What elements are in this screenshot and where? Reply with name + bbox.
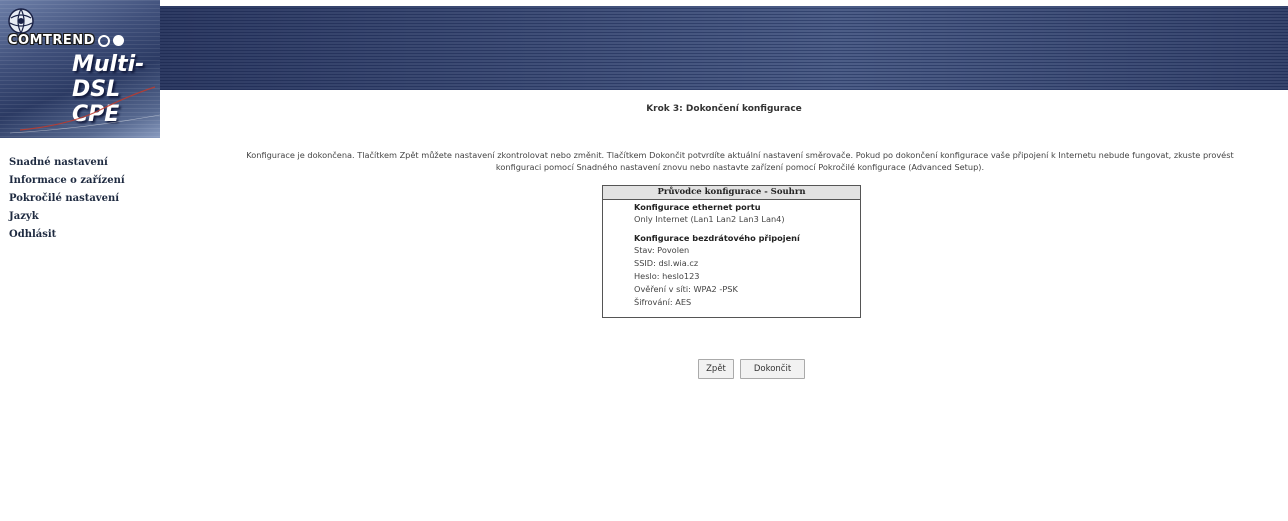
banner-stripes xyxy=(160,6,1288,90)
sidebar: Snadné nastavení Informace o zařízení Po… xyxy=(0,138,160,521)
wireless-status: Stav: Povolen xyxy=(634,245,690,255)
sidebar-item-device-info[interactable]: Informace o zařízení xyxy=(9,172,125,190)
ethernet-section-title: Konfigurace ethernet portu xyxy=(634,202,761,212)
intro-line-2: konfiguraci pomocí Snadného nastavení zn… xyxy=(495,162,985,172)
ethernet-value: Only Internet (Lan1 Lan2 Lan3 Lan4) xyxy=(634,214,785,224)
globe-logo-icon xyxy=(8,8,34,34)
header-banner: COMTREND Multi-DSL CPE xyxy=(0,0,1288,138)
company-logo: COMTREND xyxy=(8,33,124,48)
sidebar-item-advanced-setup[interactable]: Pokročilé nastavení xyxy=(9,190,125,208)
page-title: Krok 3: Dokončení konfigurace xyxy=(646,104,802,114)
logo-area: COMTREND Multi-DSL CPE xyxy=(0,0,160,138)
back-button[interactable]: Zpět xyxy=(698,359,734,379)
wireless-password: Heslo: heslo123 xyxy=(634,271,700,281)
main-content: Krok 3: Dokončení konfigurace Konfigurac… xyxy=(160,95,1288,521)
logo-ring-icon xyxy=(97,34,110,47)
wireless-ssid: SSID: dsl.wia.cz xyxy=(634,258,699,268)
company-name: COMTREND xyxy=(8,33,95,48)
summary-body: Konfigurace ethernet portu Only Internet… xyxy=(603,201,860,309)
wireless-encryption: Šifrování: AES xyxy=(634,297,692,307)
sidebar-item-quick-setup[interactable]: Snadné nastavení xyxy=(9,154,125,172)
swoosh-decoration-icon xyxy=(10,86,160,134)
sidebar-item-logout[interactable]: Odhlásit xyxy=(9,226,125,244)
sidebar-menu: Snadné nastavení Informace o zařízení Po… xyxy=(9,154,125,244)
wireless-auth: Ověření v síti: WPA2 -PSK xyxy=(634,284,738,294)
logo-dot-icon xyxy=(112,35,124,46)
intro-text: Konfigurace je dokončena. Tlačítkem Zpět… xyxy=(200,149,1280,173)
intro-line-1: Konfigurace je dokončena. Tlačítkem Zpět… xyxy=(246,150,1234,160)
sidebar-item-language[interactable]: Jazyk xyxy=(9,208,125,226)
summary-header: Průvodce konfigurace - Souhrn xyxy=(603,186,860,200)
wireless-section-title: Konfigurace bezdrátového připojení xyxy=(634,233,800,243)
finish-button[interactable]: Dokončit xyxy=(740,359,805,379)
summary-table: Průvodce konfigurace - Souhrn Konfigurac… xyxy=(602,185,861,318)
